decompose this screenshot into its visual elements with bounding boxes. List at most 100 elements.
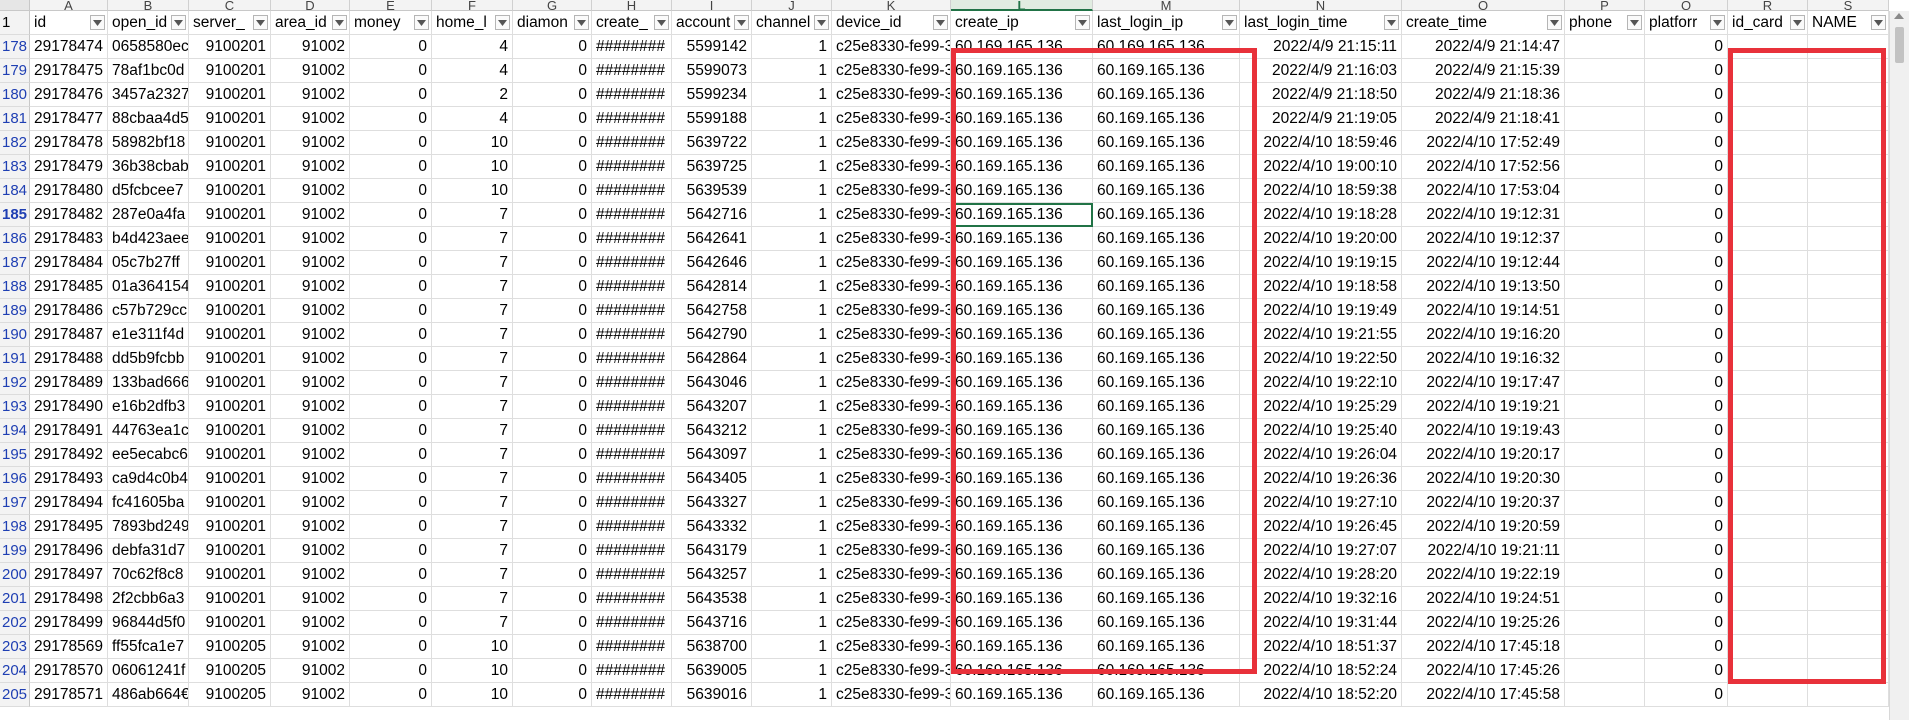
cell-d[interactable]: 91002: [271, 683, 350, 707]
cell-s[interactable]: [1808, 371, 1889, 395]
cell-o[interactable]: 2022/4/10 17:45:58: [1402, 683, 1565, 707]
column-letter-n[interactable]: N: [1240, 0, 1402, 11]
cell-p[interactable]: [1565, 323, 1645, 347]
cell-q[interactable]: 0: [1645, 107, 1728, 131]
cell-d[interactable]: 91002: [271, 347, 350, 371]
filter-dropdown-icon[interactable]: [1710, 15, 1725, 30]
cell-j[interactable]: 1: [752, 539, 832, 563]
cell-q[interactable]: 0: [1645, 323, 1728, 347]
cell-m[interactable]: 60.169.165.136: [1093, 179, 1240, 203]
cell-o[interactable]: 2022/4/10 19:16:32: [1402, 347, 1565, 371]
column-letter-h[interactable]: H: [592, 0, 672, 11]
cell-q[interactable]: 0: [1645, 419, 1728, 443]
cell-e[interactable]: 0: [350, 107, 432, 131]
header-cell-q[interactable]: platforr: [1645, 11, 1728, 35]
cell-g[interactable]: 0: [513, 587, 592, 611]
cell-i[interactable]: 5643327: [672, 491, 752, 515]
cell-b[interactable]: 36b38cbab: [108, 155, 189, 179]
row-number[interactable]: 189: [0, 299, 30, 323]
cell-f[interactable]: 7: [432, 491, 513, 515]
cell-o[interactable]: 2022/4/10 19:17:47: [1402, 371, 1565, 395]
cell-q[interactable]: 0: [1645, 515, 1728, 539]
cell-a[interactable]: 29178474: [30, 35, 108, 59]
row-number[interactable]: 178: [0, 35, 30, 59]
column-letter-p[interactable]: P: [1565, 0, 1645, 11]
cell-l[interactable]: 60.169.165.136: [951, 107, 1093, 131]
cell-m[interactable]: 60.169.165.136: [1093, 539, 1240, 563]
cell-f[interactable]: 7: [432, 347, 513, 371]
cell-h[interactable]: ########: [592, 659, 672, 683]
cell-e[interactable]: 0: [350, 491, 432, 515]
cell-j[interactable]: 1: [752, 347, 832, 371]
cell-n[interactable]: 2022/4/10 19:22:10: [1240, 371, 1402, 395]
cell-h[interactable]: ########: [592, 83, 672, 107]
cell-r[interactable]: [1728, 491, 1808, 515]
cell-b[interactable]: dd5b9fcbb: [108, 347, 189, 371]
cell-a[interactable]: 29178497: [30, 563, 108, 587]
cell-n[interactable]: 2022/4/10 19:18:28: [1240, 203, 1402, 227]
cell-g[interactable]: 0: [513, 83, 592, 107]
cell-m[interactable]: 60.169.165.136: [1093, 227, 1240, 251]
cell-d[interactable]: 91002: [271, 419, 350, 443]
cell-o[interactable]: 2022/4/10 19:25:26: [1402, 611, 1565, 635]
cell-k[interactable]: c25e8330-fe99-3: [832, 83, 951, 107]
cell-c[interactable]: 9100205: [189, 659, 271, 683]
cell-d[interactable]: 91002: [271, 587, 350, 611]
cell-d[interactable]: 91002: [271, 35, 350, 59]
column-letter-s[interactable]: S: [1808, 0, 1889, 11]
header-cell-a[interactable]: id: [30, 11, 108, 35]
cell-e[interactable]: 0: [350, 83, 432, 107]
column-letter-g[interactable]: G: [513, 0, 592, 11]
cell-a[interactable]: 29178478: [30, 131, 108, 155]
cell-n[interactable]: 2022/4/10 18:59:46: [1240, 131, 1402, 155]
cell-i[interactable]: 5642864: [672, 347, 752, 371]
cell-q[interactable]: 0: [1645, 299, 1728, 323]
filter-dropdown-icon[interactable]: [1222, 15, 1237, 30]
cell-c[interactable]: 9100201: [189, 107, 271, 131]
cell-h[interactable]: ########: [592, 227, 672, 251]
cell-p[interactable]: [1565, 131, 1645, 155]
cell-q[interactable]: 0: [1645, 347, 1728, 371]
cell-d[interactable]: 91002: [271, 515, 350, 539]
cell-f[interactable]: 4: [432, 107, 513, 131]
cell-m[interactable]: 60.169.165.136: [1093, 467, 1240, 491]
cell-c[interactable]: 9100201: [189, 35, 271, 59]
cell-j[interactable]: 1: [752, 419, 832, 443]
cell-f[interactable]: 7: [432, 395, 513, 419]
cell-h[interactable]: ########: [592, 491, 672, 515]
cell-g[interactable]: 0: [513, 563, 592, 587]
cell-m[interactable]: 60.169.165.136: [1093, 35, 1240, 59]
cell-a[interactable]: 29178484: [30, 251, 108, 275]
cell-m[interactable]: 60.169.165.136: [1093, 491, 1240, 515]
cell-m[interactable]: 60.169.165.136: [1093, 155, 1240, 179]
cell-i[interactable]: 5639722: [672, 131, 752, 155]
cell-f[interactable]: 7: [432, 443, 513, 467]
header-cell-g[interactable]: diamon: [513, 11, 592, 35]
cell-l[interactable]: 60.169.165.136: [951, 347, 1093, 371]
cell-c[interactable]: 9100201: [189, 227, 271, 251]
filter-dropdown-icon[interactable]: [332, 15, 347, 30]
cell-b[interactable]: debfa31d7: [108, 539, 189, 563]
column-letter-i[interactable]: I: [672, 0, 752, 11]
filter-dropdown-icon[interactable]: [171, 15, 186, 30]
cell-s[interactable]: [1808, 659, 1889, 683]
cell-m[interactable]: 60.169.165.136: [1093, 203, 1240, 227]
cell-c[interactable]: 9100201: [189, 299, 271, 323]
header-cell-d[interactable]: area_id: [271, 11, 350, 35]
cell-k[interactable]: c25e8330-fe99-3: [832, 107, 951, 131]
cell-e[interactable]: 0: [350, 323, 432, 347]
cell-d[interactable]: 91002: [271, 323, 350, 347]
row-number[interactable]: 185: [0, 203, 30, 227]
cell-f[interactable]: 7: [432, 275, 513, 299]
cell-p[interactable]: [1565, 347, 1645, 371]
filter-dropdown-icon[interactable]: [654, 15, 669, 30]
column-letter-l[interactable]: L: [951, 0, 1093, 11]
cell-a[interactable]: 29178487: [30, 323, 108, 347]
cell-j[interactable]: 1: [752, 491, 832, 515]
cell-j[interactable]: 1: [752, 323, 832, 347]
column-letter-b[interactable]: B: [108, 0, 189, 11]
cell-o[interactable]: 2022/4/10 19:16:20: [1402, 323, 1565, 347]
cell-k[interactable]: c25e8330-fe99-3: [832, 227, 951, 251]
cell-g[interactable]: 0: [513, 323, 592, 347]
cell-q[interactable]: 0: [1645, 635, 1728, 659]
